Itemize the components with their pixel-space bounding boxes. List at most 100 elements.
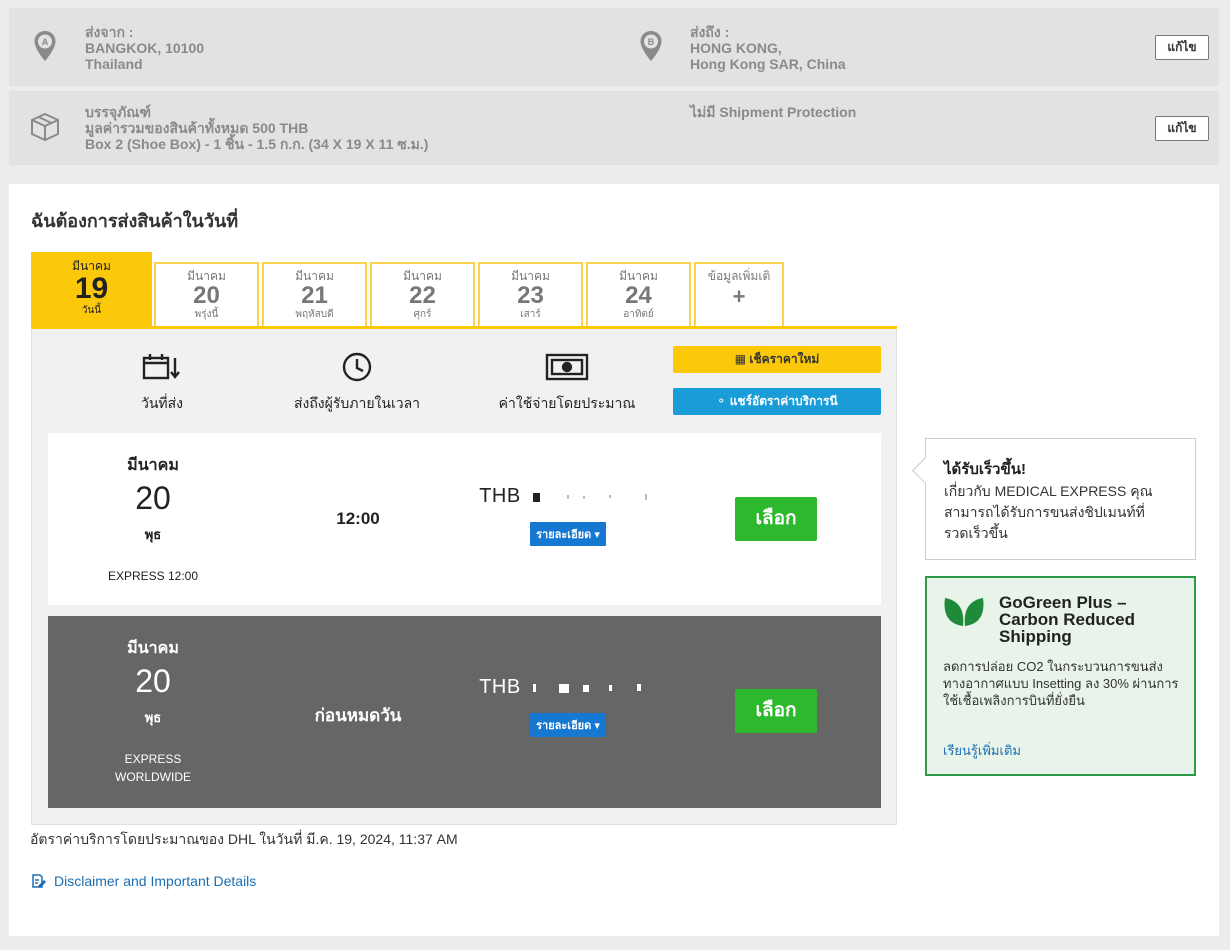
header-ship-date: วันที่ส่ง <box>112 349 212 415</box>
learn-more-link[interactable]: เรียนรู้เพิ่มเติม <box>943 740 1021 761</box>
details-label: รายละเอียด <box>536 529 592 541</box>
tab-weekday: เสาร์ <box>520 309 541 320</box>
option-service-name: EXPRESS WORLDWIDE <box>115 752 191 784</box>
tab-month: มีนาคม <box>295 269 334 283</box>
date-tabs: มีนาคม 19 วันนี้ มีนาคม 20 พรุ่งนี้ มีนา… <box>31 252 897 329</box>
money-icon <box>492 349 642 385</box>
option-price: THB รายละเอียด ▾ <box>468 676 668 737</box>
svg-text:B: B <box>648 37 655 47</box>
package-dimensions: Box 2 (Shoe Box) - 1 ชิ้น - 1.5 ก.ก. (34… <box>85 136 429 152</box>
price-currency: THB <box>479 676 521 698</box>
option-month: มีนาคม <box>127 640 179 657</box>
destination-country: Hong Kong SAR, China <box>690 56 846 72</box>
option-day: 20 <box>135 480 171 516</box>
date-tab-20[interactable]: มีนาคม 20 พรุ่งนี้ <box>154 262 259 326</box>
header-cost: ค่าใช้จ่ายโดยประมาณ <box>492 349 642 415</box>
option-service-name: EXPRESS 12:00 <box>107 569 199 583</box>
destination-marker-icon: B <box>639 30 663 62</box>
origin-marker-icon: A <box>33 30 57 62</box>
rate-timestamp-note: อัตราค่าบริการโดยประมาณของ DHL ในวันที่ … <box>30 831 458 847</box>
clock-icon <box>277 349 437 385</box>
tab-day: 23 <box>517 282 544 309</box>
leaf-icon <box>943 594 985 633</box>
tab-month: มีนาคม <box>187 269 226 283</box>
check-rates-label: เช็คราคาใหม่ <box>749 352 820 366</box>
gogreen-title: GoGreen Plus – Carbon Reduced Shipping <box>999 593 1136 646</box>
tab-day: 24 <box>625 282 652 309</box>
option-delivery-time: 12:00 <box>336 509 380 528</box>
tab-month: มีนาคม <box>511 269 550 283</box>
tip-title: ได้รับเร็วขึ้น! <box>944 461 1026 478</box>
tab-month: มีนาคม <box>619 269 658 283</box>
package-value: มูลค่ารวมของสินค้าทั้งหมด 500 THB <box>85 120 309 136</box>
details-label: รายละเอียด <box>536 720 592 732</box>
destination-label: ส่งถึง : <box>690 24 730 40</box>
origin-label: ส่งจาก : <box>85 24 134 40</box>
more-dates-tab[interactable]: ข้อมูลเพิ่มเติ + <box>694 262 784 326</box>
origin-city: BANGKOK, 10100 <box>85 40 205 56</box>
check-new-rates-button[interactable]: ▦ เช็คราคาใหม่ <box>673 346 881 373</box>
disclaimer-link[interactable]: Disclaimer and Important Details <box>30 873 256 889</box>
tab-more-label: ข้อมูลเพิ่มเติ <box>707 269 771 283</box>
edit-package-button[interactable]: แก้ไข <box>1155 116 1209 141</box>
shipping-option-row: มีนาคม 20 พุธ EXPRESS 12:00 12:00 THB รา… <box>48 433 881 605</box>
tab-month: มีนาคม <box>72 259 111 273</box>
tab-day: 22 <box>409 282 436 309</box>
tab-day: 21 <box>301 282 328 309</box>
delivery-header-label: ส่งถึงผู้รับภายในเวลา <box>293 395 421 411</box>
option-date: มีนาคม 20 พุธ EXPRESS 12:00 <box>63 453 243 585</box>
calendar-icon <box>112 349 212 385</box>
date-tab-24[interactable]: มีนาคม 24 อาทิตย์ <box>586 262 691 326</box>
select-option-button[interactable]: เลือก <box>735 689 817 733</box>
document-edit-icon <box>32 874 46 889</box>
date-tab-19[interactable]: มีนาคม 19 วันนี้ <box>31 252 152 326</box>
rates-panel: ฉันต้องการส่งสินค้าในวันที่ มีนาคม 19 วั… <box>9 184 1219 936</box>
cost-header-label: ค่าใช้จ่ายโดยประมาณ <box>498 395 636 411</box>
ship-date-header-label: วันที่ส่ง <box>140 395 184 411</box>
edit-route-button[interactable]: แก้ไข <box>1155 35 1209 60</box>
package-info: บรรจุภัณฑ์ มูลค่ารวมของสินค้าทั้งหมด 500… <box>85 104 428 152</box>
route-summary: A ส่งจาก : BANGKOK, 10100 Thailand B ส่ง… <box>9 8 1219 86</box>
destination-city: HONG KONG, <box>690 40 782 56</box>
gogreen-promo: GoGreen Plus – Carbon Reduced Shipping ล… <box>925 576 1196 776</box>
price-redacted-icon <box>532 683 641 693</box>
select-option-button[interactable]: เลือก <box>735 497 817 541</box>
option-weekday: พุธ <box>144 527 162 542</box>
option-day: 20 <box>135 663 171 699</box>
option-delivery-time: ก่อนหมดวัน <box>314 706 402 725</box>
tip-body: เกี่ยวกับ MEDICAL EXPRESS คุณสามารถได้รั… <box>944 483 1153 541</box>
date-tab-21[interactable]: มีนาคม 21 พฤหัสบดี <box>262 262 367 326</box>
tab-month: มีนาคม <box>403 269 442 283</box>
tab-weekday: วันนี้ <box>81 305 102 316</box>
package-summary: บรรจุภัณฑ์ มูลค่ารวมของสินค้าทั้งหมด 500… <box>9 91 1219 165</box>
chevron-down-icon: ▾ <box>594 529 600 541</box>
chevron-down-icon: ▾ <box>594 720 600 732</box>
share-icon: ⚬ <box>716 394 730 408</box>
package-box-icon <box>29 111 61 148</box>
date-tab-23[interactable]: มีนาคม 23 เสาร์ <box>478 262 583 326</box>
date-tab-22[interactable]: มีนาคม 22 ศุกร์ <box>370 262 475 326</box>
tab-weekday: ศุกร์ <box>413 309 432 320</box>
origin-info: ส่งจาก : BANGKOK, 10100 Thailand <box>85 24 204 72</box>
header-delivery: ส่งถึงผู้รับภายในเวลา <box>277 349 437 415</box>
option-price: THB รายละเอียด ▾ <box>468 485 668 546</box>
gogreen-body: ลดการปล่อย CO2 ในกระบวนการขนส่งทางอากาศแ… <box>943 659 1179 708</box>
disclaimer-label: Disclaimer and Important Details <box>54 873 257 889</box>
shipment-protection: ไม่มี Shipment Protection <box>690 104 857 120</box>
share-rates-label: แชร์อัตราค่าบริการนี <box>729 394 838 408</box>
plus-icon: + <box>732 284 746 309</box>
share-rates-button[interactable]: ⚬ แชร์อัตราค่าบริการนี <box>673 388 881 415</box>
option-month: มีนาคม <box>127 457 179 474</box>
details-dropdown-button[interactable]: รายละเอียด ▾ <box>530 713 606 737</box>
page-title: ฉันต้องการส่งสินค้าในวันที่ <box>31 211 239 231</box>
option-weekday: พุธ <box>144 710 162 725</box>
faster-delivery-tip: ได้รับเร็วขึ้น! เกี่ยวกับ MEDICAL EXPRES… <box>925 438 1196 560</box>
details-dropdown-button[interactable]: รายละเอียด ▾ <box>530 522 606 546</box>
tab-weekday: พฤหัสบดี <box>295 309 334 320</box>
svg-text:A: A <box>42 37 49 47</box>
option-date: มีนาคม 20 พุธ EXPRESS WORLDWIDE <box>63 636 243 786</box>
destination-info: ส่งถึง : HONG KONG, Hong Kong SAR, China <box>690 24 846 72</box>
shipping-options: วันที่ส่ง ส่งถึงผู้รับภายในเวลา ค่าใช้จ่… <box>31 329 897 825</box>
tab-day: 19 <box>74 272 109 305</box>
tab-day: 20 <box>193 282 220 309</box>
